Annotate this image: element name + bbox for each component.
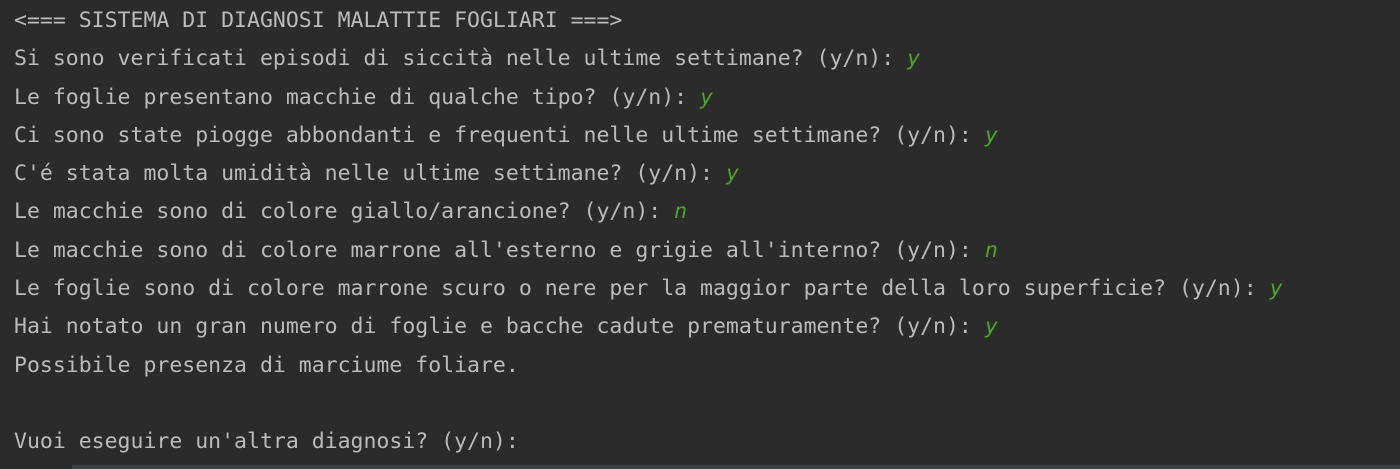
user-answer: y — [984, 314, 998, 340]
question-text: Si sono verificati episodi di siccità ne… — [14, 46, 908, 72]
question-line: Le foglie presentano macchie di qualche … — [14, 83, 1400, 121]
question-text: C'é stata molta umidità nelle ultime set… — [14, 161, 726, 187]
question-line: Le macchie sono di colore giallo/arancio… — [14, 197, 1400, 235]
console-output[interactable]: <=== SISTEMA DI DIAGNOSI MALATTIE FOGLIA… — [0, 0, 1400, 469]
question-line: Ci sono state piogge abbondanti e freque… — [14, 121, 1400, 159]
question-text: Ci sono state piogge abbondanti e freque… — [14, 122, 985, 148]
scrollbar-thumb[interactable] — [0, 465, 72, 469]
user-answer: y — [725, 161, 739, 187]
user-answer: y — [984, 122, 998, 148]
question-line: Si sono verificati episodi di siccità ne… — [14, 44, 1400, 82]
question-line: Hai notato un gran numero di foglie e ba… — [14, 312, 1400, 350]
user-answer: n — [674, 199, 688, 225]
diagnosis-result: Possibile presenza di marciume foliare. — [14, 352, 519, 378]
user-answer: y — [907, 46, 921, 72]
question-line: Le foglie sono di colore marrone scuro o… — [14, 274, 1400, 312]
question-text: Le macchie sono di colore marrone all'es… — [14, 237, 985, 263]
repeat-prompt[interactable]: Vuoi eseguire un'altra diagnosi? (y/n): — [14, 427, 1400, 465]
question-text: Le macchie sono di colore giallo/arancio… — [14, 199, 675, 225]
question-text: Le foglie presentano macchie di qualche … — [14, 84, 701, 110]
question-line: Le macchie sono di colore marrone all'es… — [14, 236, 1400, 274]
question-line: C'é stata molta umidità nelle ultime set… — [14, 159, 1400, 197]
user-answer: y — [1269, 276, 1283, 302]
question-text: Hai notato un gran numero di foglie e ba… — [14, 314, 985, 340]
horizontal-scrollbar[interactable] — [0, 465, 1400, 469]
user-answer: y — [700, 84, 713, 110]
user-answer: n — [984, 237, 998, 263]
question-text: Le foglie sono di colore marrone scuro o… — [14, 276, 1270, 302]
console-header: <=== SISTEMA DI DIAGNOSI MALATTIE FOGLIA… — [14, 8, 623, 33]
